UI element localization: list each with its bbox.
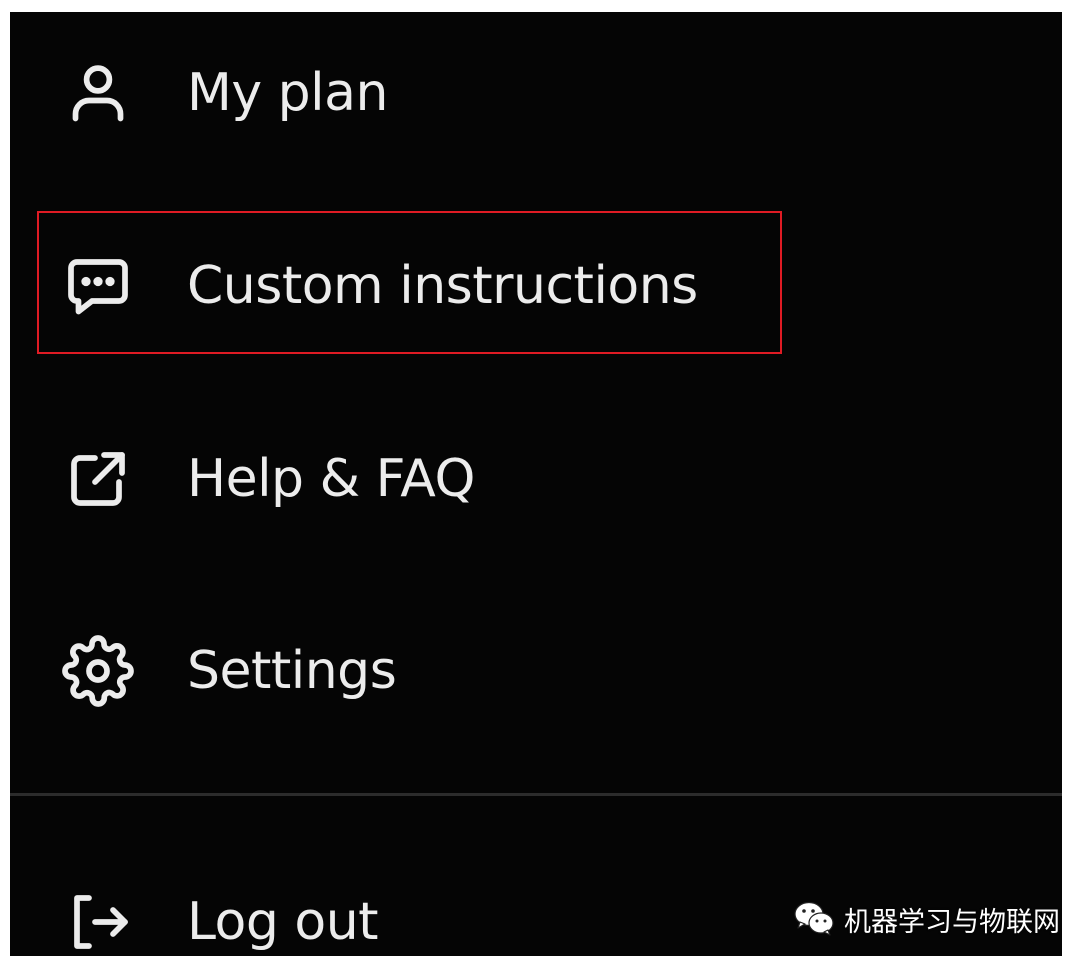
user-icon	[62, 57, 134, 129]
menu-divider	[10, 793, 1062, 796]
wechat-icon	[794, 901, 834, 936]
menu-item-label: Log out	[187, 892, 379, 952]
chat-bubble-icon	[62, 250, 134, 322]
watermark: 机器学习与物联网	[792, 897, 1060, 941]
menu-item-my-plan[interactable]: My plan	[10, 33, 1062, 153]
menu-item-custom-instructions[interactable]: Custom instructions	[10, 226, 1062, 346]
account-menu: My plan Custom instructions Help & FAQ S…	[10, 12, 1062, 956]
menu-item-label: Help & FAQ	[187, 449, 475, 509]
logout-icon	[62, 886, 134, 956]
menu-item-help-faq[interactable]: Help & FAQ	[10, 419, 1062, 539]
menu-item-label: My plan	[187, 63, 388, 123]
watermark-text: 机器学习与物联网	[844, 906, 1060, 938]
menu-item-settings[interactable]: Settings	[10, 611, 1062, 731]
gear-icon	[62, 635, 134, 707]
menu-item-label: Settings	[187, 641, 397, 701]
menu-item-label: Custom instructions	[187, 256, 698, 316]
external-link-icon	[62, 443, 134, 515]
